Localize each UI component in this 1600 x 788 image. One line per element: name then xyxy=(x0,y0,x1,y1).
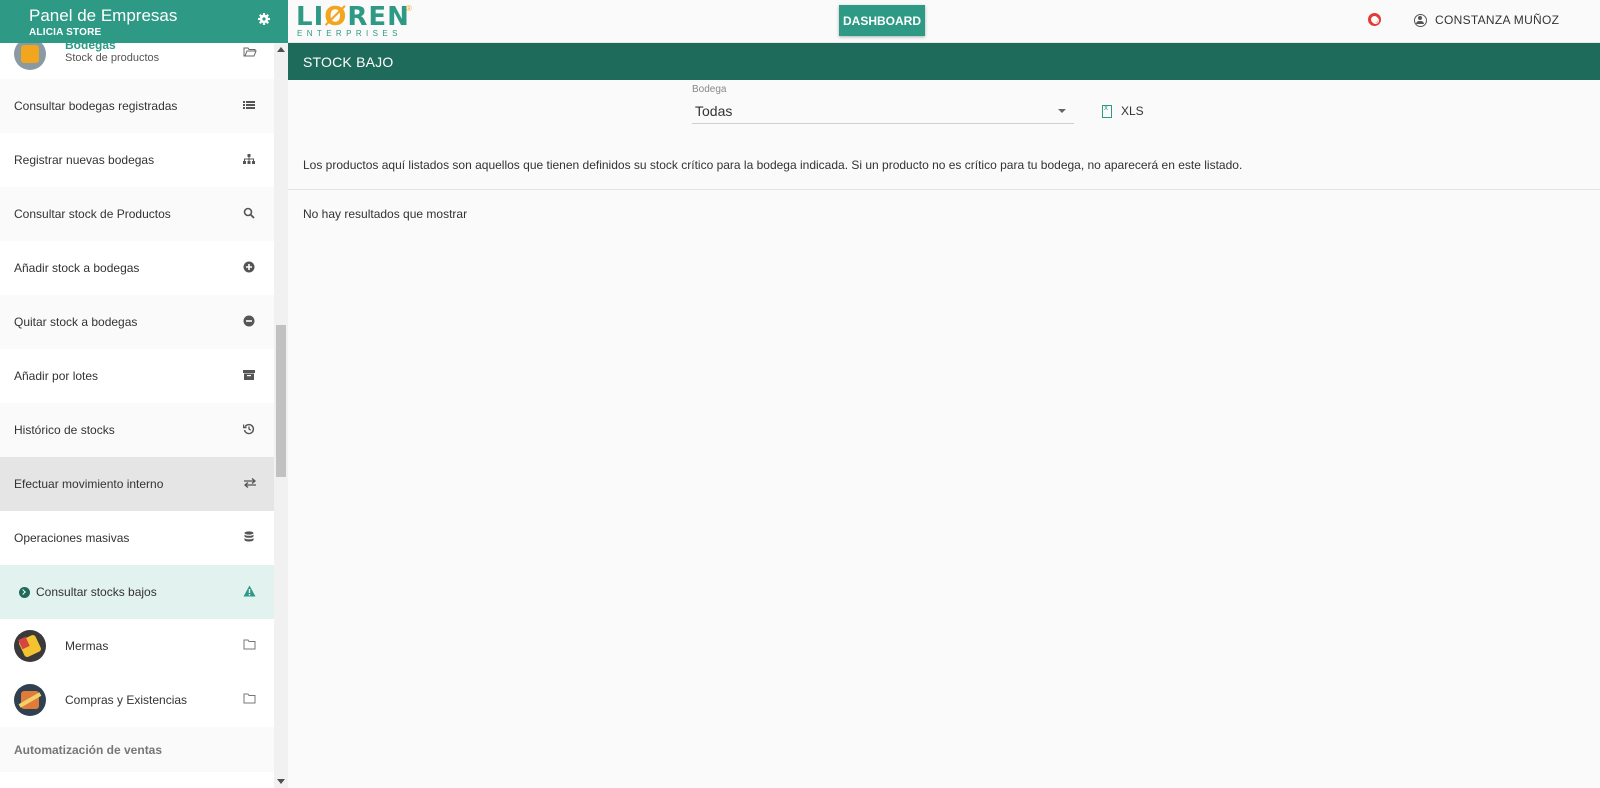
empty-results-message: No hay resultados que mostrar xyxy=(303,207,468,221)
exchange-icon xyxy=(243,477,257,491)
page-header: STOCK BAJO xyxy=(288,43,1600,80)
sidebar-item-stocks-bajos[interactable]: Consultar stocks bajos xyxy=(0,565,274,619)
sidebar-item-anadir-lotes[interactable]: Añadir por lotes xyxy=(0,349,274,403)
sidebar-module-label: Compras y Existencias xyxy=(65,693,188,707)
sidebar-item-label: Quitar stock a bodegas xyxy=(14,315,138,329)
sidebar-module-label: Bodegas xyxy=(65,43,116,52)
sidebar-item-label: Registrar nuevas bodegas xyxy=(14,153,155,167)
user-menu[interactable]: CONSTANZA MUÑOZ xyxy=(1435,13,1559,27)
sidebar-item-operaciones-masivas[interactable]: Operaciones masivas xyxy=(0,511,274,565)
warning-icon xyxy=(243,585,257,599)
page-title: STOCK BAJO xyxy=(303,54,394,70)
plus-circle-icon xyxy=(243,261,257,275)
export-xls-button[interactable]: XLS xyxy=(1102,103,1144,119)
store-name: ALICIA STORE xyxy=(29,27,102,38)
sidebar-item-historico[interactable]: Histórico de stocks xyxy=(0,403,274,457)
sitemap-icon xyxy=(243,153,257,167)
sidebar: Panel de Empresas ALICIA STORE Bodegas S… xyxy=(0,0,288,788)
user-circle-icon[interactable] xyxy=(1414,14,1427,27)
mermas-avatar xyxy=(14,630,46,662)
info-message: Los productos aquí listados son aquellos… xyxy=(303,158,1243,172)
sidebar-item-movimiento-interno[interactable]: Efectuar movimiento interno xyxy=(0,457,274,511)
gear-icon[interactable] xyxy=(257,12,271,26)
list-icon xyxy=(243,99,257,113)
bodega-select[interactable]: Todas xyxy=(692,98,1074,124)
lifebuoy-icon[interactable] xyxy=(1368,13,1381,26)
sidebar-item-label: Operaciones masivas xyxy=(14,531,130,545)
sidebar-item-consultar-stock[interactable]: Consultar stock de Productos xyxy=(0,187,274,241)
sidebar-item-label: Histórico de stocks xyxy=(14,423,115,437)
sidebar-module-bodegas[interactable]: Bodegas Stock de productos xyxy=(0,43,274,79)
folder-open-icon xyxy=(243,46,257,60)
history-icon xyxy=(243,423,257,437)
compras-avatar xyxy=(14,684,46,716)
sidebar-item-quitar-stock[interactable]: Quitar stock a bodegas xyxy=(0,295,274,349)
top-bar: LIØREN ® ENTERPRISES DASHBOARD CONSTANZA… xyxy=(288,0,1600,43)
sidebar-item-label: Consultar stocks bajos xyxy=(36,585,157,599)
search-icon xyxy=(243,207,257,221)
archive-icon xyxy=(243,369,257,383)
minus-circle-icon xyxy=(243,315,257,329)
sidebar-scrollbar[interactable] xyxy=(274,43,288,788)
database-icon xyxy=(243,531,257,545)
sidebar-module-mermas[interactable]: Mermas xyxy=(0,619,274,673)
caret-down-icon xyxy=(1058,109,1066,113)
sidebar-item-consultar-bodegas[interactable]: Consultar bodegas registradas xyxy=(0,79,274,133)
sidebar-item-registrar-bodegas[interactable]: Registrar nuevas bodegas xyxy=(0,133,274,187)
sidebar-module-compras[interactable]: Compras y Existencias xyxy=(0,673,274,727)
sidebar-title: Panel de Empresas xyxy=(29,6,178,25)
chevron-right-circle-icon xyxy=(19,586,30,598)
bodega-filter-label: Bodega xyxy=(692,84,727,95)
bodegas-avatar xyxy=(14,43,46,70)
excel-file-icon xyxy=(1102,103,1112,118)
sidebar-module-sublabel: Stock de productos xyxy=(65,52,160,64)
folder-icon xyxy=(243,639,257,653)
sidebar-item-label: Consultar bodegas registradas xyxy=(14,99,178,113)
bodega-select-value: Todas xyxy=(695,103,733,119)
sidebar-item-anadir-stock[interactable]: Añadir stock a bodegas xyxy=(0,241,274,295)
sidebar-item-label: Consultar stock de Productos xyxy=(14,207,171,221)
sidebar-item-label: Añadir stock a bodegas xyxy=(14,261,140,275)
logo-subtitle: ENTERPRISES xyxy=(297,29,402,38)
sidebar-menu: Bodegas Stock de productos Consultar bod… xyxy=(0,43,274,788)
divider xyxy=(288,189,1600,190)
sidebar-module-label: Mermas xyxy=(65,639,109,653)
scroll-down-arrow-icon[interactable] xyxy=(277,779,285,784)
sidebar-section-title: Automatización de ventas xyxy=(0,727,274,772)
sidebar-item-label: Efectuar movimiento interno xyxy=(14,477,164,491)
sidebar-header: Panel de Empresas ALICIA STORE xyxy=(0,0,288,43)
scroll-up-arrow-icon[interactable] xyxy=(277,47,285,52)
folder-icon xyxy=(243,693,257,707)
export-xls-label: XLS xyxy=(1121,104,1144,118)
dashboard-button[interactable]: DASHBOARD xyxy=(839,5,925,36)
scroll-thumb[interactable] xyxy=(276,325,286,477)
lioren-logo[interactable]: LIØREN ® ENTERPRISES xyxy=(296,2,416,40)
sidebar-item-label: Añadir por lotes xyxy=(14,369,99,383)
